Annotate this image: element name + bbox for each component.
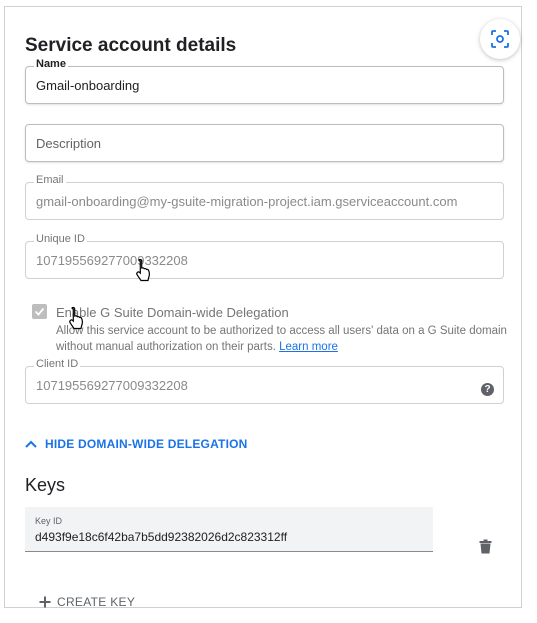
description-placeholder: Description bbox=[36, 136, 102, 151]
key-id-label: Key ID bbox=[35, 516, 63, 526]
email-label: Email bbox=[34, 174, 66, 186]
unique-id-value: 107195569277009332208 bbox=[36, 253, 188, 268]
page-title: Service account details bbox=[25, 35, 237, 56]
hide-delegation-toggle[interactable]: HIDE DOMAIN-WIDE DELEGATION bbox=[25, 437, 248, 451]
key-id-value: d493f9e18c6f42ba7b5dd92382026d2c823312ff bbox=[35, 530, 288, 544]
unique-id-label: Unique ID bbox=[34, 233, 87, 245]
delegation-checkbox[interactable] bbox=[32, 304, 47, 319]
unique-id-field: Unique ID 107195569277009332208 bbox=[25, 233, 504, 279]
key-id-field: Key ID d493f9e18c6f42ba7b5dd92382026d2c8… bbox=[25, 507, 433, 552]
create-key-label: CREATE KEY bbox=[57, 595, 136, 609]
trash-icon bbox=[479, 539, 492, 554]
check-icon bbox=[34, 307, 45, 316]
hand-cursor-icon bbox=[136, 258, 150, 282]
name-field[interactable]: Name Gmail-onboarding bbox=[25, 58, 504, 104]
delegation-description: Allow this service account to be authori… bbox=[56, 323, 511, 355]
delegation-checkbox-label: Enable G Suite Domain-wide Delegation bbox=[56, 305, 289, 320]
description-field[interactable]: Description bbox=[25, 124, 504, 162]
client-id-value: 107195569277009332208 bbox=[36, 378, 188, 393]
name-label: Name bbox=[34, 58, 68, 70]
hide-delegation-label: HIDE DOMAIN-WIDE DELEGATION bbox=[45, 437, 248, 451]
email-field: Email gmail-onboarding@my-gsuite-migrati… bbox=[25, 174, 504, 220]
delete-key-button[interactable] bbox=[479, 539, 492, 559]
hand-cursor-icon-2 bbox=[69, 306, 83, 330]
plus-icon bbox=[39, 596, 51, 608]
email-value: gmail-onboarding@my-gsuite-migration-pro… bbox=[36, 194, 458, 209]
client-id-field: Client ID 107195569277009332208 bbox=[25, 358, 504, 404]
chevron-up-icon bbox=[25, 440, 37, 448]
help-icon[interactable]: ? bbox=[481, 383, 494, 396]
lens-button[interactable] bbox=[480, 19, 520, 59]
create-key-button[interactable]: CREATE KEY bbox=[39, 595, 135, 609]
lens-icon bbox=[491, 30, 509, 48]
keys-title: Keys bbox=[25, 475, 66, 495]
client-id-label: Client ID bbox=[34, 358, 81, 370]
learn-more-link[interactable]: Learn more bbox=[279, 341, 338, 353]
service-account-panel: Service account details Name Gmail-onboa… bbox=[4, 6, 522, 609]
name-value: Gmail-onboarding bbox=[36, 78, 140, 93]
